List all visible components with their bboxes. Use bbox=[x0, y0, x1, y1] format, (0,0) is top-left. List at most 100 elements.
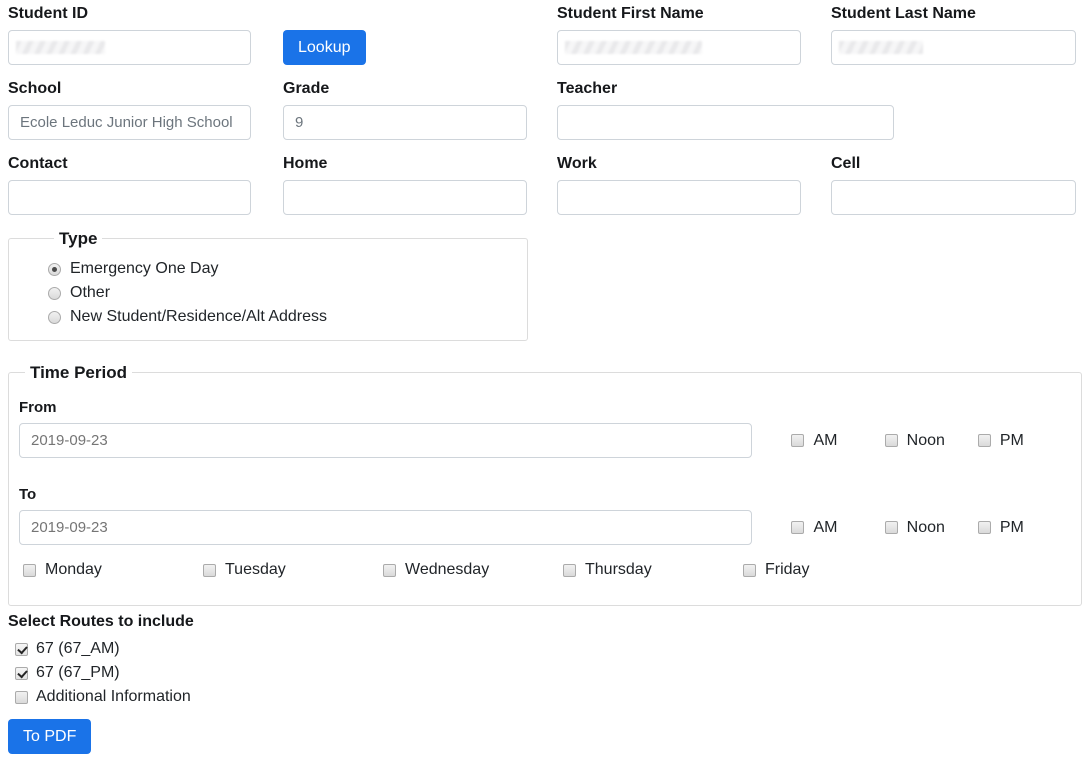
from-noon-label[interactable]: Noon bbox=[907, 432, 945, 450]
day-tuesday-item: Tuesday bbox=[203, 561, 383, 579]
type-radio-other-label[interactable]: Other bbox=[70, 284, 110, 302]
to-label: To bbox=[19, 487, 1071, 503]
to-am-checkbox[interactable] bbox=[791, 521, 804, 534]
from-am-item: AM bbox=[791, 432, 884, 450]
type-radio-other[interactable] bbox=[48, 287, 61, 300]
field-student-id: Student ID bbox=[8, 4, 251, 65]
row-student-identity: Student ID Lookup Student First Name Stu… bbox=[8, 4, 1082, 65]
type-radio-emergency-one-day-label[interactable]: Emergency One Day bbox=[70, 260, 219, 278]
last-name-label: Student Last Name bbox=[831, 4, 1076, 23]
teacher-input[interactable] bbox=[557, 105, 894, 140]
school-input[interactable] bbox=[8, 105, 251, 140]
tuesday-label[interactable]: Tuesday bbox=[225, 561, 286, 579]
student-id-input-wrap bbox=[8, 30, 251, 65]
route-67-pm-checkbox[interactable] bbox=[15, 667, 28, 680]
grade-input[interactable] bbox=[283, 105, 527, 140]
from-pm-label[interactable]: PM bbox=[1000, 432, 1024, 450]
type-legend: Type bbox=[54, 229, 102, 248]
wednesday-label[interactable]: Wednesday bbox=[405, 561, 489, 579]
last-name-input[interactable] bbox=[831, 30, 1076, 65]
monday-label[interactable]: Monday bbox=[45, 561, 102, 579]
route-67-am-checkbox[interactable] bbox=[15, 643, 28, 656]
time-period-legend: Time Period bbox=[25, 363, 132, 382]
from-label: From bbox=[19, 400, 1071, 416]
student-transport-form: Student ID Lookup Student First Name Stu… bbox=[0, 0, 1090, 764]
field-school: School bbox=[8, 79, 251, 140]
day-wednesday-item: Wednesday bbox=[383, 561, 563, 579]
to-pm-label[interactable]: PM bbox=[1000, 519, 1024, 537]
home-input[interactable] bbox=[283, 180, 527, 215]
type-radio-new-student[interactable] bbox=[48, 311, 61, 324]
to-pm-checkbox[interactable] bbox=[978, 521, 991, 534]
tuesday-checkbox[interactable] bbox=[203, 564, 216, 577]
type-option-other: Other bbox=[48, 284, 517, 302]
type-radio-emergency-one-day[interactable] bbox=[48, 263, 61, 276]
to-noon-checkbox[interactable] bbox=[885, 521, 898, 534]
routes-section: Select Routes to include 67 (67_AM) 67 (… bbox=[8, 612, 1082, 706]
route-67-am-label[interactable]: 67 (67_AM) bbox=[36, 640, 120, 658]
day-monday-item: Monday bbox=[23, 561, 203, 579]
first-name-input-wrap bbox=[557, 30, 801, 65]
route-67-am-item: 67 (67_AM) bbox=[8, 640, 1082, 658]
additional-information-label[interactable]: Additional Information bbox=[36, 688, 191, 706]
school-label: School bbox=[8, 79, 251, 98]
home-label: Home bbox=[283, 154, 527, 173]
from-noon-checkbox[interactable] bbox=[885, 434, 898, 447]
additional-information-item: Additional Information bbox=[8, 688, 1082, 706]
work-input[interactable] bbox=[557, 180, 801, 215]
field-home: Home bbox=[283, 154, 527, 215]
field-grade: Grade bbox=[283, 79, 527, 140]
from-date-input[interactable] bbox=[19, 423, 752, 458]
from-am-checkbox[interactable] bbox=[791, 434, 804, 447]
from-pm-item: PM bbox=[978, 432, 1071, 450]
day-friday-item: Friday bbox=[743, 561, 923, 579]
cell-input[interactable] bbox=[831, 180, 1076, 215]
to-noon-label[interactable]: Noon bbox=[907, 519, 945, 537]
friday-label[interactable]: Friday bbox=[765, 561, 809, 579]
thursday-checkbox[interactable] bbox=[563, 564, 576, 577]
field-cell: Cell bbox=[831, 154, 1076, 215]
type-option-new-student: New Student/Residence/Alt Address bbox=[48, 308, 517, 326]
teacher-label: Teacher bbox=[557, 79, 894, 98]
field-work: Work bbox=[557, 154, 801, 215]
to-pm-item: PM bbox=[978, 519, 1071, 537]
to-pdf-button[interactable]: To PDF bbox=[8, 719, 91, 754]
field-last-name: Student Last Name bbox=[831, 4, 1076, 65]
to-am-label[interactable]: AM bbox=[813, 519, 837, 537]
from-am-label[interactable]: AM bbox=[813, 432, 837, 450]
type-option-emergency: Emergency One Day bbox=[48, 260, 517, 278]
monday-checkbox[interactable] bbox=[23, 564, 36, 577]
lookup-cell: Lookup bbox=[283, 4, 557, 65]
row-school-info: School Grade Teacher bbox=[8, 79, 1082, 140]
pdf-row: To PDF bbox=[8, 719, 1082, 754]
route-67-pm-label[interactable]: 67 (67_PM) bbox=[36, 664, 120, 682]
additional-information-checkbox[interactable] bbox=[15, 691, 28, 704]
from-pm-checkbox[interactable] bbox=[978, 434, 991, 447]
type-fieldset: Type Emergency One Day Other New Student… bbox=[8, 229, 528, 341]
to-row: AM Noon PM bbox=[19, 510, 1071, 545]
work-label: Work bbox=[557, 154, 801, 173]
type-radio-new-student-label[interactable]: New Student/Residence/Alt Address bbox=[70, 308, 327, 326]
first-name-label: Student First Name bbox=[557, 4, 801, 23]
friday-checkbox[interactable] bbox=[743, 564, 756, 577]
thursday-label[interactable]: Thursday bbox=[585, 561, 652, 579]
field-first-name: Student First Name bbox=[557, 4, 801, 65]
contact-label: Contact bbox=[8, 154, 251, 173]
student-id-input[interactable] bbox=[8, 30, 251, 65]
to-date-input[interactable] bbox=[19, 510, 752, 545]
student-id-label: Student ID bbox=[8, 4, 251, 23]
wednesday-checkbox[interactable] bbox=[383, 564, 396, 577]
day-thursday-item: Thursday bbox=[563, 561, 743, 579]
days-row: Monday Tuesday Wednesday Thursday Friday bbox=[19, 561, 1071, 579]
row-phones: Contact Home Work Cell bbox=[8, 154, 1082, 215]
cell-label: Cell bbox=[831, 154, 1076, 173]
field-contact: Contact bbox=[8, 154, 251, 215]
field-teacher: Teacher bbox=[557, 79, 894, 140]
from-row: AM Noon PM bbox=[19, 423, 1071, 458]
to-am-item: AM bbox=[791, 519, 884, 537]
first-name-input[interactable] bbox=[557, 30, 801, 65]
routes-heading: Select Routes to include bbox=[8, 612, 1082, 631]
lookup-button[interactable]: Lookup bbox=[283, 30, 366, 65]
time-period-fieldset: Time Period From AM Noon PM To AM bbox=[8, 363, 1082, 606]
contact-input[interactable] bbox=[8, 180, 251, 215]
